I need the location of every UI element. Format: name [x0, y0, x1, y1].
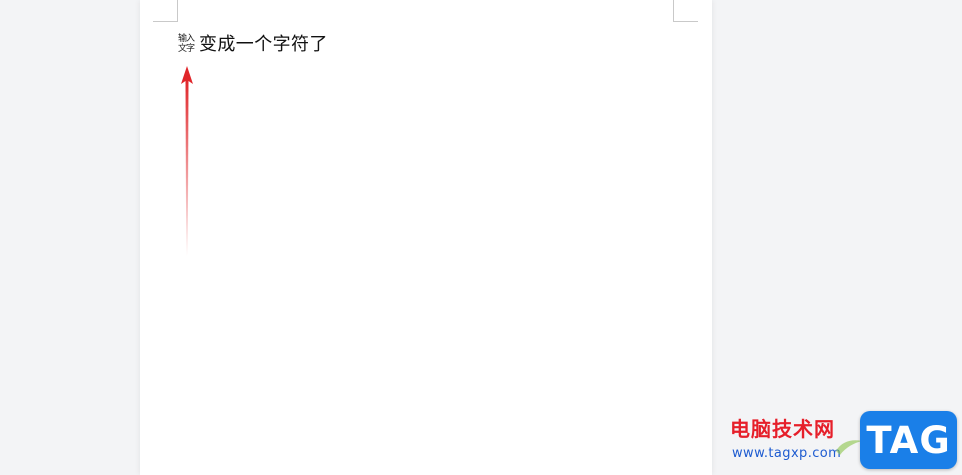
- document-body-text[interactable]: 变成一个字符了: [199, 30, 328, 56]
- page-corner-mark-top-left: [153, 0, 178, 22]
- watermark-site-name: 电脑技术网: [730, 417, 835, 441]
- site-watermark: 电脑技术网 www.tagxp.com TAG: [724, 410, 962, 475]
- combined-characters-bottom: 文字: [178, 44, 195, 54]
- watermark-logo: TAG: [860, 411, 957, 469]
- red-arrow-annotation: [181, 66, 193, 256]
- watermark-logo-text: TAG: [866, 418, 951, 462]
- document-text-line[interactable]: 输入 文字 变成一个字符了: [178, 30, 328, 56]
- combined-characters[interactable]: 输入 文字: [178, 32, 199, 56]
- red-arrow-annotation-shaft: [185, 80, 189, 256]
- document-page: [140, 0, 712, 475]
- watermark-url: www.tagxp.com: [732, 446, 842, 461]
- page-corner-mark-top-right: [673, 0, 698, 22]
- combined-characters-top: 输入: [178, 34, 195, 44]
